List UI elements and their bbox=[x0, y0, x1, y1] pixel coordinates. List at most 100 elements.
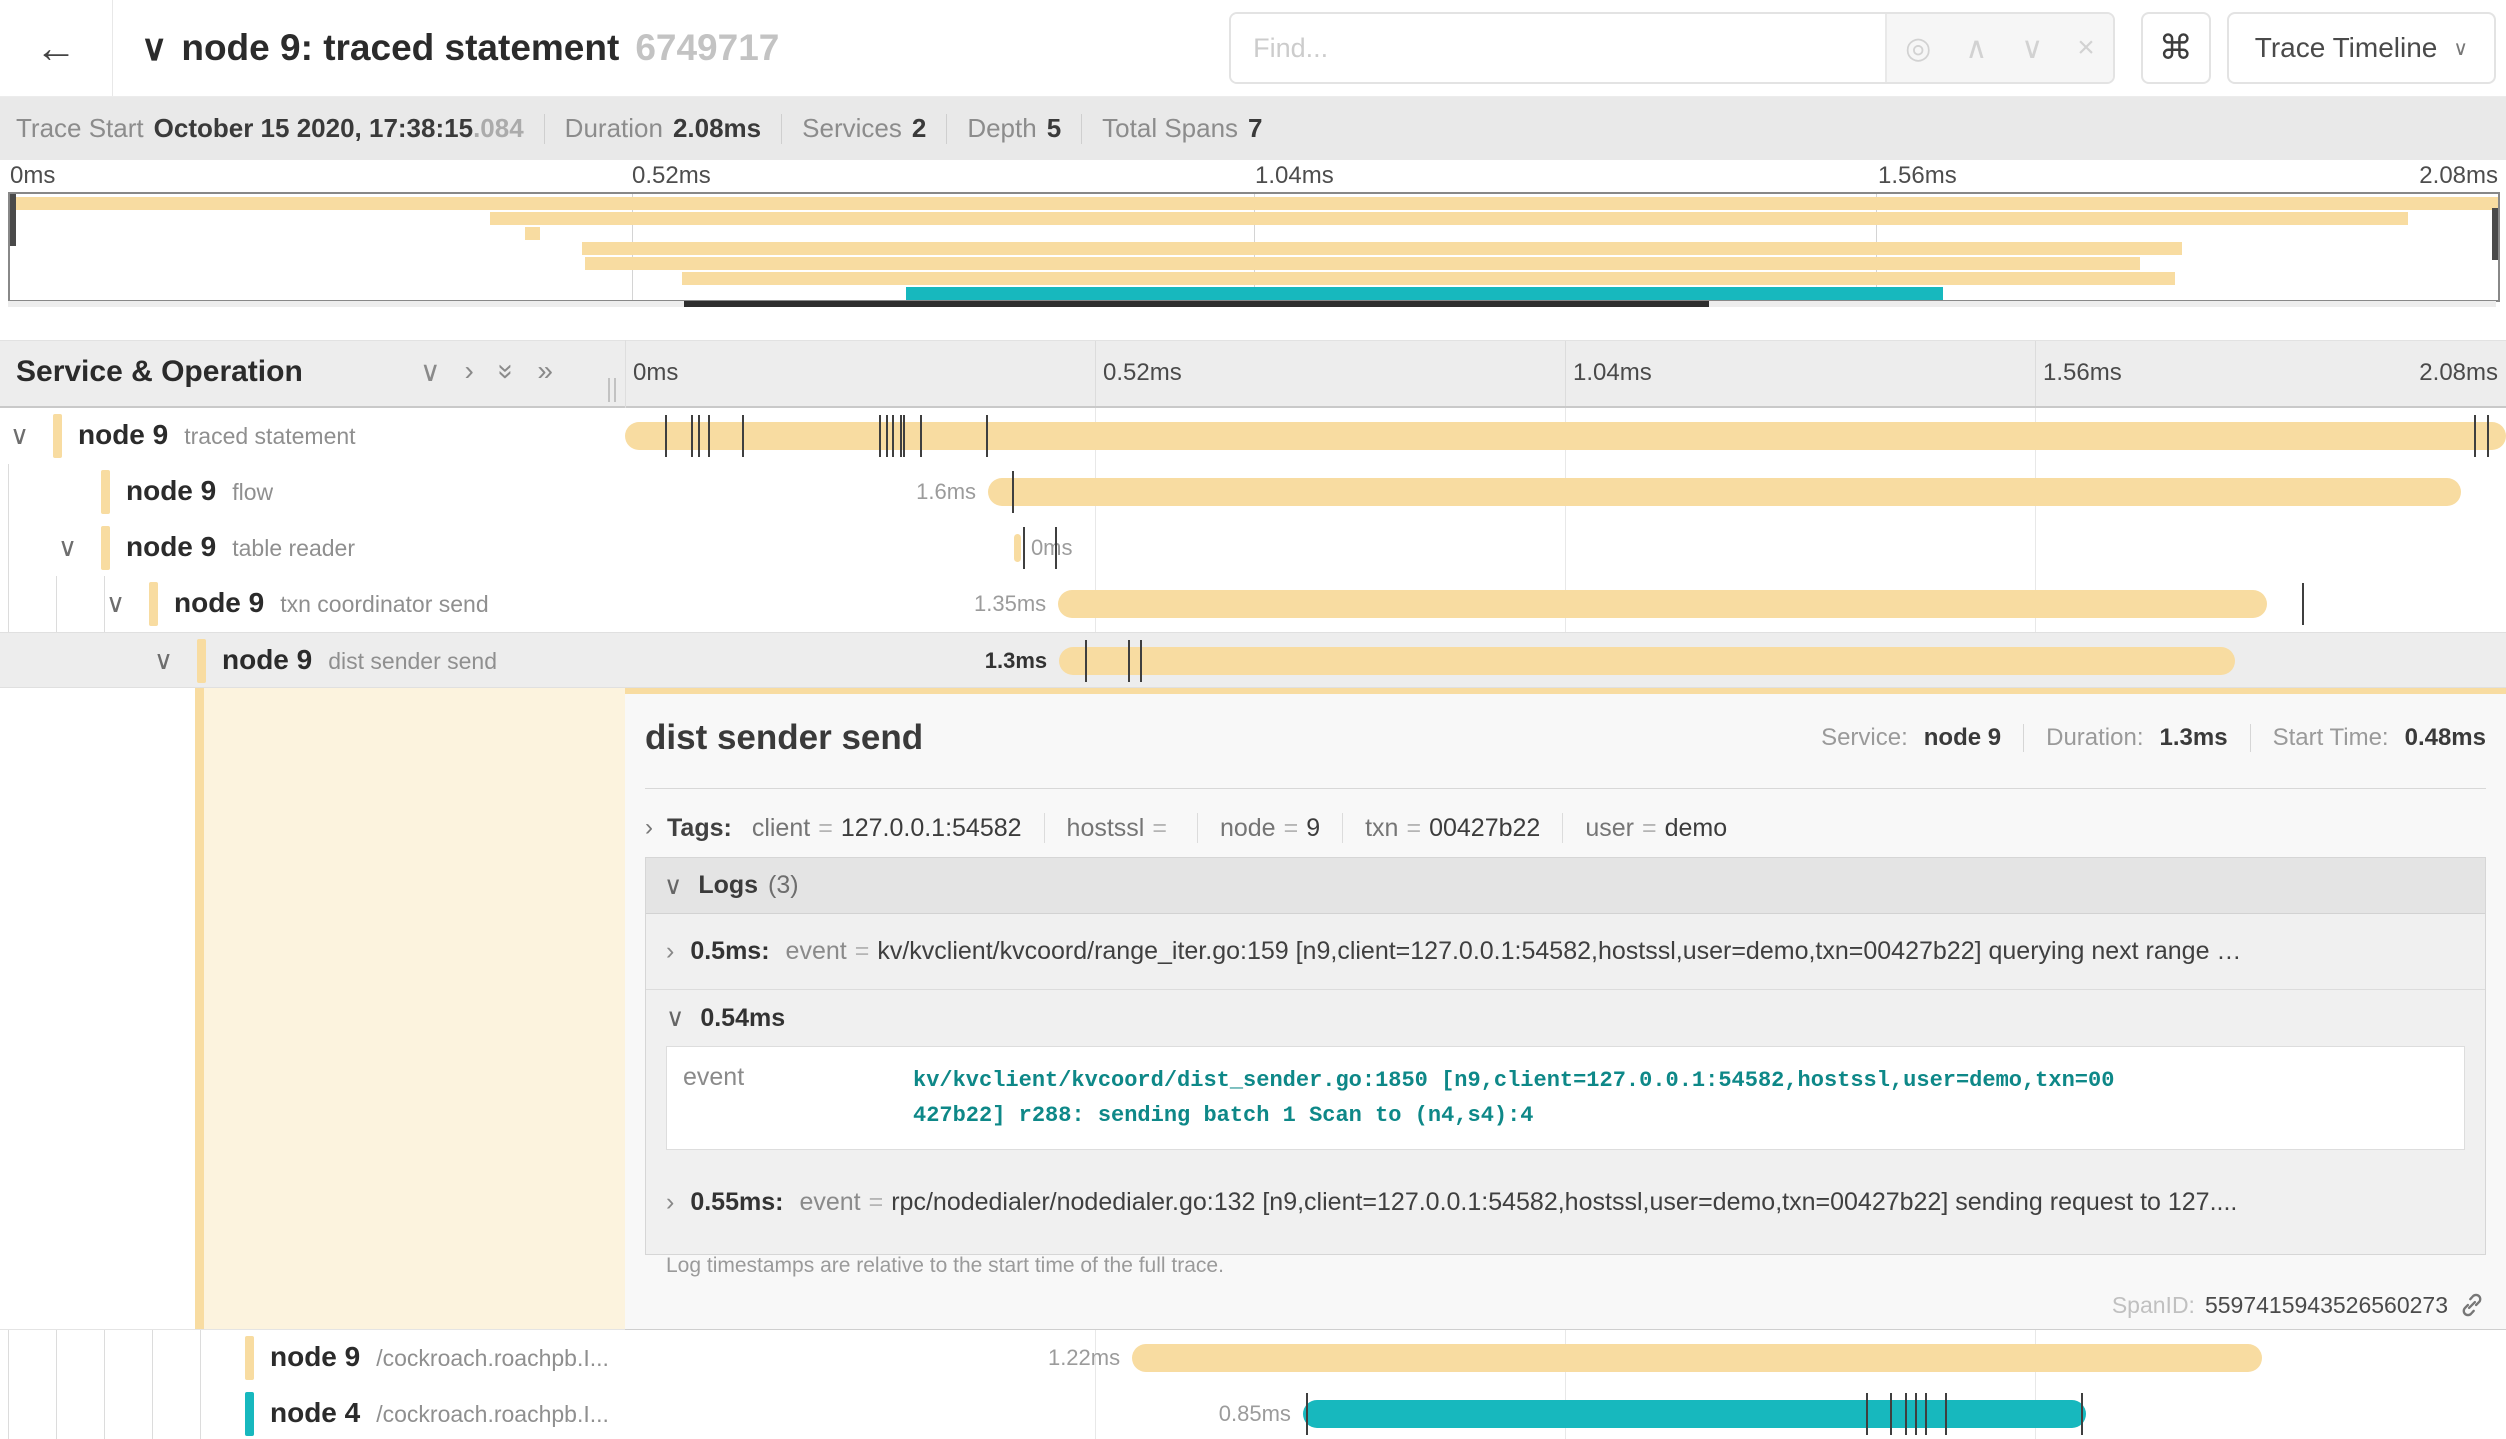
tag-value: 127.0.0.1:54582 bbox=[841, 814, 1022, 842]
tree-controls: ∨ › » » bbox=[420, 355, 553, 388]
span-operation: traced statement bbox=[184, 423, 355, 449]
service-value: node 9 bbox=[1924, 724, 2001, 752]
span-bar[interactable] bbox=[1303, 1400, 2086, 1428]
log-entry[interactable]: › 0.55ms: event = rpc/nodedialer/nodedia… bbox=[646, 1164, 2485, 1240]
find-prev-icon[interactable]: ∧ bbox=[1965, 31, 1987, 66]
span-bar[interactable] bbox=[1058, 590, 2267, 618]
start-time-value: 0.48ms bbox=[2405, 724, 2486, 752]
range-handle-left[interactable] bbox=[10, 194, 16, 246]
tag-key: user bbox=[1585, 814, 1634, 842]
summary-value: 7 bbox=[1248, 113, 1262, 144]
collapse-one-icon[interactable]: ∨ bbox=[420, 355, 441, 388]
span-detail-panel: dist sender send Service: node 9 Duratio… bbox=[625, 688, 2506, 1330]
view-selector-button[interactable]: Trace Timeline ∨ bbox=[2227, 12, 2496, 84]
tags-label: Tags: bbox=[667, 814, 732, 843]
chevron-down-icon[interactable]: ∨ bbox=[106, 588, 125, 619]
span-service: node 9 bbox=[222, 644, 312, 675]
command-icon: ⌘ bbox=[2159, 28, 2193, 68]
find-match-icon[interactable]: ◎ bbox=[1905, 31, 1931, 66]
span-row-node9-rpc[interactable]: node 9/cockroach.roachpb.I... 1.22ms bbox=[0, 1330, 2506, 1386]
span-id-label: SpanID: bbox=[2112, 1292, 2195, 1319]
log-marker-tick bbox=[1012, 471, 1014, 513]
span-bar[interactable] bbox=[1014, 534, 1021, 562]
span-operation: /cockroach.roachpb.I... bbox=[376, 1401, 609, 1427]
span-color-bar bbox=[197, 639, 206, 683]
span-duration-label: 1.35ms bbox=[974, 591, 1058, 617]
span-color-bar bbox=[245, 1392, 254, 1436]
expand-one-icon[interactable]: › bbox=[465, 355, 474, 388]
find-clear-icon[interactable]: × bbox=[2077, 31, 2095, 65]
log-marker-tick bbox=[1905, 1393, 1907, 1435]
span-row-txn-coordinator-send[interactable]: ∨ node 9txn coordinator send 1.35ms bbox=[0, 576, 2506, 632]
log-entry[interactable]: › 0.5ms: event = kv/kvclient/kvcoord/ran… bbox=[646, 914, 2485, 990]
page-title: node 9: traced statement bbox=[181, 27, 619, 69]
log-marker-tick bbox=[879, 415, 881, 457]
span-bar[interactable] bbox=[1132, 1344, 2262, 1372]
summary-label: Services bbox=[802, 113, 902, 144]
tag-equals: = bbox=[818, 814, 833, 842]
detail-meta: Service: node 9 Duration: 1.3ms Start Ti… bbox=[1821, 724, 2486, 752]
back-button[interactable]: ← bbox=[0, 0, 113, 96]
log-entry-expanded-header[interactable]: ∨ 0.54ms bbox=[646, 990, 2485, 1046]
span-row-dist-sender-send[interactable]: ∨ node 9dist sender send 1.3ms bbox=[0, 632, 2506, 688]
tag-key: client bbox=[752, 814, 810, 842]
log-marker-tick bbox=[2474, 415, 2476, 457]
span-row-node4-rpc[interactable]: node 4/cockroach.roachpb.I... 0.85ms bbox=[0, 1386, 2506, 1439]
tag-value: 9 bbox=[1306, 814, 1320, 842]
logs-header[interactable]: ∨ Logs (3) bbox=[646, 858, 2485, 914]
collapse-all-icon[interactable]: » bbox=[489, 364, 522, 380]
range-handle-right[interactable] bbox=[2492, 208, 2498, 260]
minimap-span-bar bbox=[682, 272, 2175, 285]
ruler-label: 0.52ms bbox=[1103, 359, 1182, 387]
find-controls: ◎ ∧ ∨ × bbox=[1885, 14, 2113, 82]
span-bar[interactable] bbox=[625, 422, 2506, 450]
log-marker-tick bbox=[742, 415, 744, 457]
span-bar[interactable] bbox=[1059, 647, 2235, 675]
trace-viewer: ← ∨ node 9: traced statement 6749717 ◎ ∧… bbox=[0, 0, 2506, 1439]
minimap-scrollbar[interactable] bbox=[684, 301, 1709, 307]
span-color-bar bbox=[53, 414, 62, 458]
tag-key: hostssl bbox=[1067, 814, 1145, 842]
chevron-down-icon[interactable]: ∨ bbox=[58, 532, 77, 563]
tags-row[interactable]: › Tags: client=127.0.0.1:54582 hostssl= … bbox=[645, 806, 2486, 850]
expand-all-icon[interactable]: » bbox=[537, 355, 553, 388]
find-input[interactable] bbox=[1231, 14, 1885, 82]
detail-span-highlight bbox=[204, 688, 625, 1329]
detail-title: dist sender send bbox=[645, 718, 923, 758]
log-marker-tick bbox=[665, 415, 667, 457]
minimap-canvas[interactable] bbox=[8, 192, 2500, 302]
chevron-right-icon[interactable]: › bbox=[645, 814, 653, 842]
log-marker-tick bbox=[691, 415, 693, 457]
span-duration-label: 1.6ms bbox=[916, 479, 988, 505]
tag-equals: = bbox=[1406, 814, 1421, 842]
span-row-flow[interactable]: node 9flow 1.6ms bbox=[0, 464, 2506, 520]
ruler-label: 2.08ms bbox=[2419, 359, 2498, 387]
service-label: Service: bbox=[1821, 724, 1908, 752]
log-equals: = bbox=[869, 1188, 884, 1217]
chevron-down-icon[interactable]: ∨ bbox=[10, 420, 29, 451]
log-value: kv/kvclient/kvcoord/range_iter.go:159 [n… bbox=[877, 937, 2241, 966]
summary-label: Trace Start bbox=[16, 113, 144, 144]
log-key: event bbox=[667, 1063, 913, 1133]
collapse-trace-icon[interactable]: ∨ bbox=[141, 27, 167, 69]
logs-count: (3) bbox=[768, 871, 799, 900]
find-next-icon[interactable]: ∨ bbox=[2021, 31, 2043, 66]
column-resize-handle[interactable] bbox=[608, 378, 626, 402]
log-marker-tick bbox=[1925, 1393, 1927, 1435]
span-operation: table reader bbox=[232, 535, 355, 561]
log-marker-tick bbox=[1085, 640, 1087, 682]
back-arrow-icon: ← bbox=[35, 24, 77, 72]
keyboard-shortcuts-button[interactable]: ⌘ bbox=[2141, 12, 2211, 84]
trace-id: 6749717 bbox=[635, 27, 779, 69]
tick-label: 0ms bbox=[10, 162, 55, 190]
span-bar[interactable] bbox=[988, 478, 2461, 506]
link-icon[interactable] bbox=[2458, 1291, 2486, 1319]
span-row-table-reader[interactable]: ∨ node 9table reader 0ms bbox=[0, 520, 2506, 576]
span-row-traced-statement[interactable]: ∨ node 9traced statement bbox=[0, 408, 2506, 464]
ruler-label: 1.56ms bbox=[2043, 359, 2122, 387]
span-service: node 4 bbox=[270, 1397, 360, 1428]
tick-label: 1.56ms bbox=[1878, 162, 1957, 190]
span-operation: flow bbox=[232, 479, 273, 505]
chevron-down-icon[interactable]: ∨ bbox=[154, 645, 173, 676]
trace-summary-bar: Trace Start October 15 2020, 17:38:15 .0… bbox=[0, 97, 2506, 160]
